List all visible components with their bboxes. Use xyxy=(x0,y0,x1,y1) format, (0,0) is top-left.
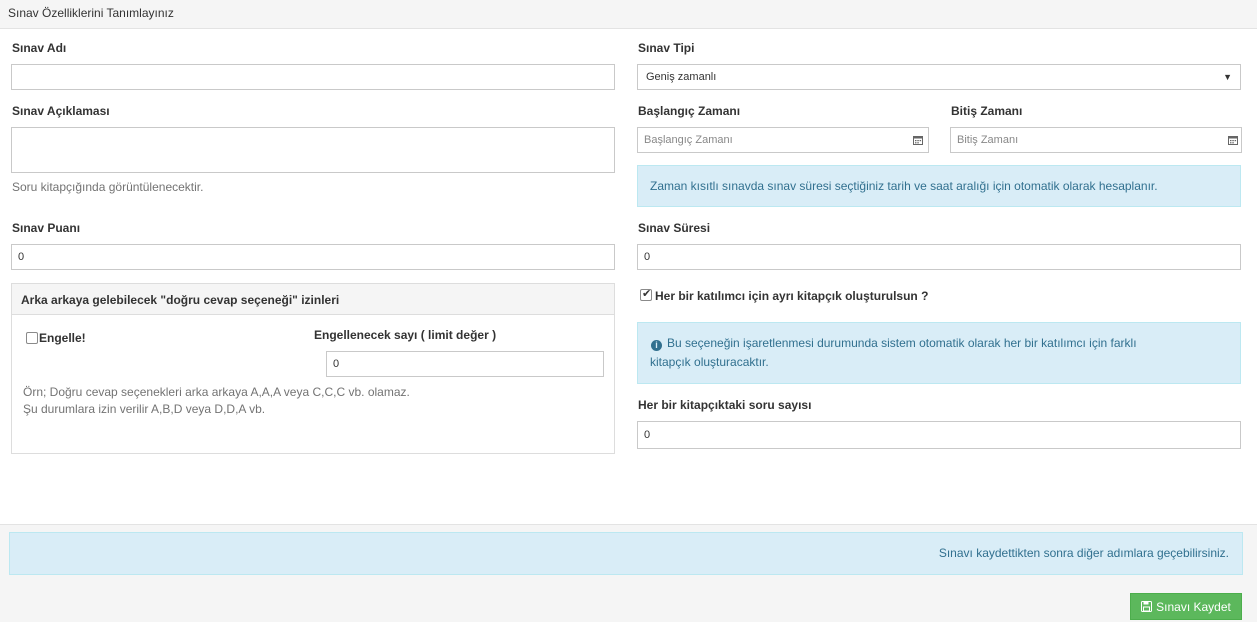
exam-description-textarea[interactable] xyxy=(11,127,615,173)
footer-notice-alert: Sınavı kaydettikten sonra diğer adımlara… xyxy=(9,532,1243,575)
save-exam-button[interactable]: Sınavı Kaydet xyxy=(1130,593,1242,620)
separate-booklet-label: Her bir katılımcı için ayrı kitapçık olu… xyxy=(655,289,929,303)
consecutive-answer-title: Arka arkaya gelebilecek "doğru cevap seç… xyxy=(12,284,614,315)
time-info-alert: Zaman kısıtlı sınavda sınav süresi seçti… xyxy=(637,165,1241,207)
booklet-info-text-2: kitapçık oluşturacaktır. xyxy=(650,355,769,369)
example-text-2: Şu durumlara izin verilir A,B,D veya D,D… xyxy=(23,402,266,416)
booklet-info-text-1: Bu seçeneğin işaretlenmesi durumunda sis… xyxy=(667,336,1137,350)
time-info-text: Zaman kısıtlı sınavda sınav süresi seçti… xyxy=(650,179,1158,193)
calendar-icon[interactable] xyxy=(908,127,928,153)
questions-per-booklet-label: Her bir kitapçıktaki soru sayısı xyxy=(638,398,812,412)
panel-title: Sınav Özelliklerini Tanımlayınız xyxy=(0,0,1257,29)
booklet-info-alert: i Bu seçeneğin işaretlenmesi durumunda si… xyxy=(637,322,1241,384)
start-time-input[interactable] xyxy=(637,127,929,153)
questions-per-booklet-input[interactable] xyxy=(637,421,1241,449)
info-circle-icon: i xyxy=(651,340,662,351)
caret-down-icon: ▼ xyxy=(1223,72,1232,82)
exam-type-selected: Geniş zamanlı xyxy=(646,71,717,83)
end-time-input[interactable] xyxy=(950,127,1242,153)
save-exam-label: Sınavı Kaydet xyxy=(1156,599,1231,614)
exam-score-label: Sınav Puanı xyxy=(12,221,81,235)
exam-score-input[interactable] xyxy=(11,244,615,270)
floppy-disk-icon xyxy=(1141,601,1153,612)
exam-name-label: Sınav Adı xyxy=(12,41,67,55)
separate-booklet-checkbox[interactable] xyxy=(640,287,652,301)
consecutive-answer-panel: Arka arkaya gelebilecek "doğru cevap seç… xyxy=(11,283,615,454)
block-label: Engelle! xyxy=(39,331,86,345)
duration-input[interactable] xyxy=(637,244,1241,270)
example-text-1: Örn; Doğru cevap seçenekleri arka arkaya… xyxy=(23,385,410,399)
exam-description-label: Sınav Açıklaması xyxy=(12,104,110,118)
limit-label: Engellenecek sayı ( limit değer ) xyxy=(314,328,497,342)
start-time-label: Başlangıç Zamanı xyxy=(638,104,741,118)
footer-notice-text: Sınavı kaydettikten sonra diğer adımlara… xyxy=(938,546,1229,560)
exam-type-select[interactable]: Geniş zamanlı ▼ xyxy=(637,64,1241,90)
end-time-label: Bitiş Zamanı xyxy=(951,104,1023,118)
calendar-icon[interactable] xyxy=(1223,127,1243,153)
exam-name-input[interactable] xyxy=(11,64,615,90)
block-checkbox[interactable] xyxy=(26,332,38,344)
duration-label: Sınav Süresi xyxy=(638,221,711,235)
exam-description-help: Soru kitapçığında görüntülenecektir. xyxy=(12,180,204,194)
limit-input[interactable] xyxy=(326,351,604,377)
exam-type-label: Sınav Tipi xyxy=(638,41,695,55)
